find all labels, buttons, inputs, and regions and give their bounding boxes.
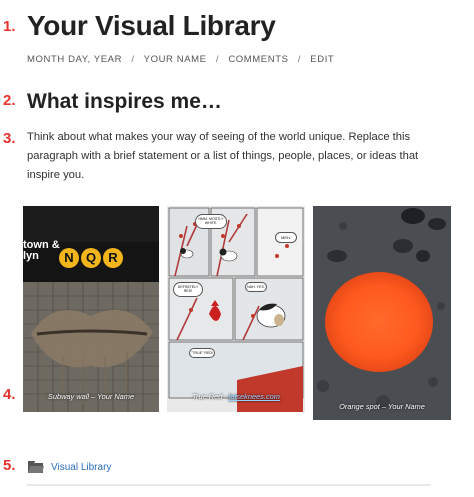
marker-5: 5.: [3, 457, 16, 474]
folder-icon: [28, 461, 44, 473]
marker-1: 1.: [3, 18, 16, 35]
speech-bubble: HMM. MOSTLY WHITE.: [195, 214, 227, 229]
line-badges: N Q R: [59, 248, 123, 268]
line-badge-n: N: [59, 248, 79, 268]
gallery-image-orange-spot[interactable]: Orange spot – Your Name: [313, 206, 451, 420]
marker-2: 2.: [3, 92, 16, 109]
section-heading: What inspires me…: [27, 90, 222, 113]
meta-separator: /: [297, 54, 302, 65]
meta-separator: /: [215, 54, 220, 65]
marker-3: 3.: [3, 130, 16, 147]
caption-orange-spot: Orange spot – Your Name: [339, 402, 425, 411]
gallery-image-subway[interactable]: town & lyn N Q R Subway wall – Your Name: [23, 206, 159, 412]
station-sign-text: town & lyn: [23, 240, 60, 262]
post-date-link[interactable]: MONTH DAY, YEAR: [27, 54, 122, 65]
speech-bubble: NAH. YES.: [245, 282, 267, 293]
line-badge-r: R: [103, 248, 123, 268]
falseknees-link[interactable]: falseknees.com: [229, 392, 280, 401]
meta-separator: /: [131, 54, 135, 65]
speech-bubble: DEFINITELY RED!: [173, 282, 203, 297]
gallery-image-comic[interactable]: HMM. MOSTLY WHITE. MEH. DEFINITELY RED! …: [167, 206, 305, 412]
marker-4: 4.: [3, 386, 16, 403]
speech-bubble: MEH.: [275, 232, 297, 243]
post-author-link[interactable]: YOUR NAME: [144, 54, 207, 65]
caption-comic: True Red –falseknees.com: [167, 392, 305, 401]
footer-divider: [27, 484, 431, 486]
station-name-sub: lyn: [23, 250, 39, 262]
category-link-visual-library[interactable]: Visual Library: [51, 462, 111, 473]
speech-bubble: "TRUE" RED!: [189, 348, 215, 359]
page-title: Your Visual Library: [27, 10, 276, 41]
post-category: Visual Library: [28, 460, 111, 474]
post-comments-link[interactable]: COMMENTS: [228, 54, 288, 65]
post-edit-link[interactable]: EDIT: [310, 54, 334, 65]
orange-spot-photo: [313, 206, 451, 420]
caption-subway: Subway wall – Your Name: [47, 392, 135, 401]
line-badge-q: Q: [81, 248, 101, 268]
post-meta: MONTH DAY, YEAR / YOUR NAME / COMMENTS /…: [27, 54, 334, 65]
subway-photo: [23, 206, 159, 412]
intro-paragraph: Think about what makes your way of seein…: [27, 131, 419, 181]
caption-comic-text: True Red –: [192, 392, 229, 401]
